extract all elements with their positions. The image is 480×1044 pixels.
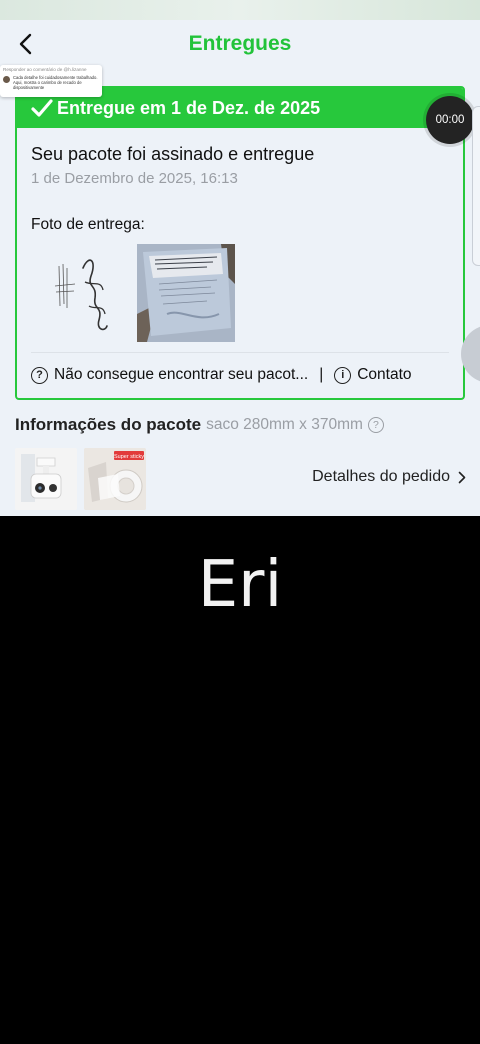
avatar — [3, 76, 10, 83]
package-size: saco 280mm x 370mm — [206, 416, 363, 433]
delivery-photo-label: Foto de entrega: — [31, 216, 145, 233]
comment-text: Cada detalhe foi cuidadosamente trabalha… — [13, 75, 98, 90]
status-bar-strip — [0, 0, 480, 20]
side-panel-handle[interactable] — [472, 106, 480, 266]
delivery-date: 1 de Dezembro de 2025, 16:13 — [31, 170, 238, 187]
check-icon — [31, 99, 53, 117]
reply-comment-bubble[interactable]: Responder ao comentário de @h.lizanne Ca… — [0, 65, 102, 97]
app-screen: Entregues Entregue em 1 de Dez. de 2025 … — [0, 20, 480, 516]
card-footer: ? Não consegue encontrar seu pacot... | … — [31, 366, 412, 384]
package-info: Informações do pacote saco 280mm x 370mm… — [15, 415, 384, 435]
cant-find-package-link[interactable]: Não consegue encontrar seu pacot... — [54, 366, 308, 384]
security-camera-image — [15, 448, 77, 510]
comment-reply-to: Responder ao comentário de @h.lizanne — [3, 67, 87, 72]
delivered-banner-text: Entregue em 1 de Dez. de 2025 — [57, 97, 321, 118]
signature-image[interactable] — [45, 246, 121, 340]
video-caption: Eri — [197, 548, 283, 622]
footer-separator: | — [319, 366, 324, 383]
double-sided-tape-image: Super sticky — [84, 448, 146, 510]
help-icon[interactable]: ? — [367, 417, 384, 433]
delivery-photo[interactable] — [137, 244, 235, 342]
package-photo-image — [137, 244, 235, 342]
question-circle-icon: ? — [31, 366, 48, 384]
order-details-label: Detalhes do pedido — [312, 468, 450, 485]
delivery-title: Seu pacote foi assinado e entregue — [31, 144, 315, 164]
product-thumbnail-camera[interactable] — [15, 448, 77, 510]
order-details-link[interactable]: Detalhes do pedido — [312, 468, 466, 486]
delivery-status-card: Entregue em 1 de Dez. de 2025 Seu pacote… — [15, 86, 465, 400]
chevron-right-icon — [458, 471, 466, 483]
card-divider — [31, 352, 449, 353]
page-title: Entregues — [188, 32, 292, 55]
floating-timer-badge[interactable]: 00:00 — [426, 96, 474, 144]
header: Entregues — [0, 20, 480, 70]
contact-link[interactable]: Contato — [357, 366, 411, 384]
product-thumbnail-tape[interactable]: Super sticky — [84, 448, 146, 510]
sticker-label: Super sticky — [114, 454, 144, 460]
package-info-title: Informações do pacote — [15, 415, 202, 434]
info-circle-icon: i — [334, 366, 352, 384]
